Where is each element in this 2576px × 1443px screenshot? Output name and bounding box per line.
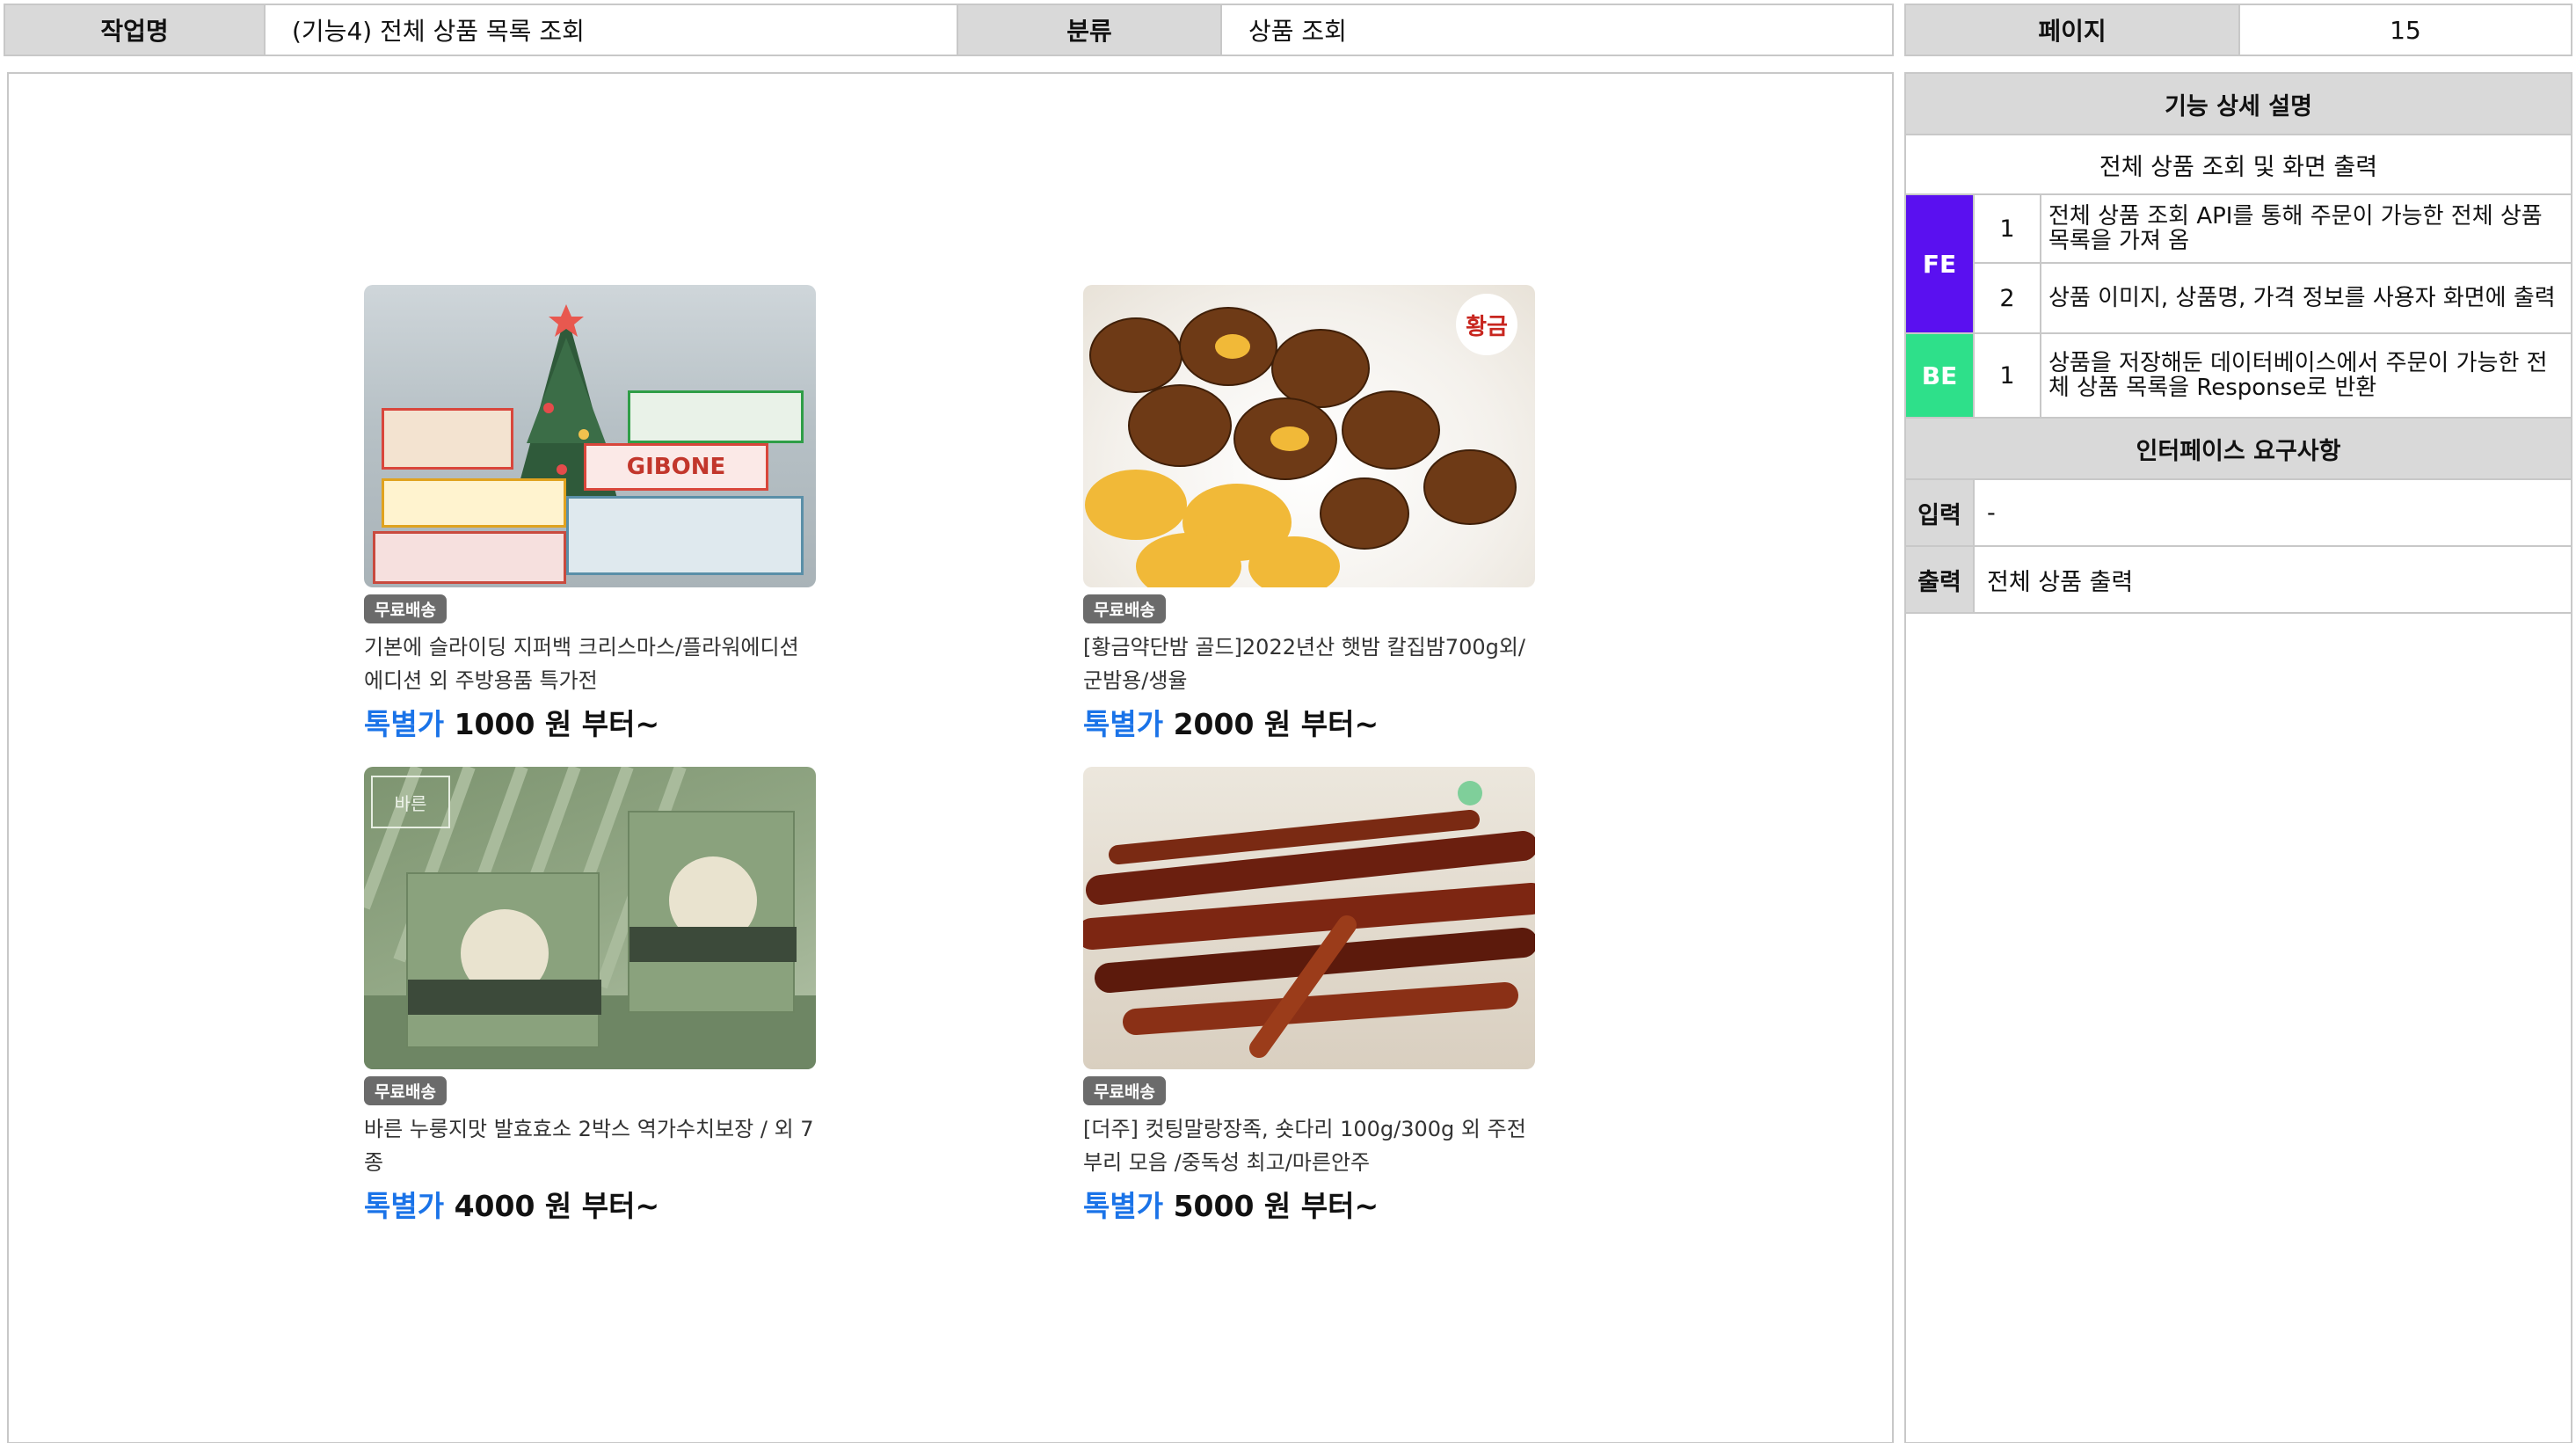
page-label: 페이지 (1906, 5, 2240, 55)
task-name-label: 작업명 (5, 5, 266, 55)
row-number: 1 (1975, 334, 2041, 417)
screen-mockup: GIBONE 무료배송 기본에 슬라이딩 지퍼백 크리스마스/플라워에디션 에디… (7, 72, 1894, 1443)
product-card[interactable]: 황금 무료배송 [황금약단밤 골드]2022년산 햇밤 칼집밤700g외/군밤용… (1083, 285, 1535, 743)
row-description: 상품 이미지, 상품명, 가격 정보를 사용자 화면에 출력 (2048, 285, 2556, 311)
product-card[interactable]: 바른 무료배송 바른 누룽지맛 발효효소 2박스 역가수치보장 / 외 7종 톡… (364, 767, 816, 1225)
category-value: 상품 조회 (1248, 17, 1347, 46)
price-amount: 1000 원 부터~ (454, 707, 660, 741)
product-image[interactable] (1083, 767, 1535, 1069)
spec-panel: 기능 상세 설명 전체 상품 조회 및 화면 출력 FE 1 전체 상품 조회 … (1904, 72, 2572, 1443)
page-header: 페이지 15 (1904, 4, 2572, 56)
be-row: 1 상품을 저장해둔 데이터베이스에서 주문이 가능한 전체 상품 목록을 Re… (1975, 334, 2571, 417)
row-number: 2 (1975, 264, 2041, 332)
detail-title: 기능 상세 설명 (1906, 74, 2571, 135)
free-shipping-badge: 무료배송 (364, 594, 447, 623)
dried-squid-icon (1083, 781, 1535, 1058)
free-shipping-badge: 무료배송 (364, 1076, 447, 1105)
output-value: 전체 상품 출력 (1987, 568, 2134, 596)
be-tag: BE (1906, 334, 1975, 417)
brand-logo: 황금 (1456, 294, 1517, 355)
fe-row: 2 상품 이미지, 상품명, 가격 정보를 사용자 화면에 출력 (1975, 264, 2571, 332)
detail-subtitle: 전체 상품 조회 및 화면 출력 (1906, 135, 2571, 195)
price-amount: 4000 원 부터~ (454, 1189, 660, 1223)
price-tag: 톡별가 (1083, 1189, 1164, 1223)
product-name[interactable]: [더주] 컷팅말랑장족, 숏다리 100g/300g 외 주전부리 모음 /중독… (1083, 1112, 1535, 1179)
row-number: 1 (1975, 195, 2041, 262)
fe-tag: FE (1906, 195, 1975, 332)
product-image[interactable]: 바른 (364, 767, 816, 1069)
page-number: 15 (2390, 15, 2421, 45)
be-group: BE 1 상품을 저장해둔 데이터베이스에서 주문이 가능한 전체 상품 목록을… (1906, 334, 2571, 419)
product-price: 톡별가 5000 원 부터~ (1083, 1183, 1535, 1225)
output-row: 출력 전체 상품 출력 (1906, 547, 2571, 614)
product-image-label: GIBONE (584, 443, 768, 491)
fe-group: FE 1 전체 상품 조회 API를 통해 주문이 가능한 전체 상품 목록을 … (1906, 195, 2571, 334)
product-price: 톡별가 1000 원 부터~ (364, 701, 816, 743)
price-tag: 톡별가 (1083, 707, 1164, 741)
task-name-value: (기능4) 전체 상품 목록 조회 (266, 5, 958, 55)
header-bar: 작업명 (기능4) 전체 상품 목록 조회 분류 상품 조회 (4, 4, 1894, 56)
price-tag: 톡별가 (364, 707, 445, 741)
product-card[interactable]: 무료배송 [더주] 컷팅말랑장족, 숏다리 100g/300g 외 주전부리 모… (1083, 767, 1535, 1225)
category-label: 분류 (958, 5, 1222, 55)
price-amount: 5000 원 부터~ (1173, 1189, 1379, 1223)
product-name[interactable]: 기본에 슬라이딩 지퍼백 크리스마스/플라워에디션 에디션 외 주방용품 특가전 (364, 630, 816, 697)
row-description: 상품을 저장해둔 데이터베이스에서 주문이 가능한 전체 상품 목록을 Resp… (2048, 350, 2548, 401)
price-amount: 2000 원 부터~ (1173, 707, 1379, 741)
product-image[interactable]: 황금 (1083, 285, 1535, 587)
output-label: 출력 (1906, 547, 1975, 612)
input-label: 입력 (1906, 480, 1975, 545)
input-value: - (1987, 499, 1996, 527)
input-row: 입력 - (1906, 480, 2571, 547)
product-image[interactable]: GIBONE (364, 285, 816, 587)
interface-title: 인터페이스 요구사항 (1906, 419, 2571, 480)
product-price: 톡별가 4000 원 부터~ (364, 1183, 816, 1225)
free-shipping-badge: 무료배송 (1083, 1076, 1166, 1105)
product-name[interactable]: 바른 누룽지맛 발효효소 2박스 역가수치보장 / 외 7종 (364, 1112, 816, 1179)
product-name[interactable]: [황금약단밤 골드]2022년산 햇밤 칼집밤700g외/군밤용/생율 (1083, 630, 1535, 697)
price-tag: 톡별가 (364, 1189, 445, 1223)
free-shipping-badge: 무료배송 (1083, 594, 1166, 623)
row-description: 전체 상품 조회 API를 통해 주문이 가능한 전체 상품 목록을 가져 옴 (2048, 203, 2543, 254)
product-card[interactable]: GIBONE 무료배송 기본에 슬라이딩 지퍼백 크리스마스/플라워에디션 에디… (364, 285, 816, 743)
brand-logo: 바른 (371, 776, 450, 828)
product-price: 톡별가 2000 원 부터~ (1083, 701, 1535, 743)
fe-row: 1 전체 상품 조회 API를 통해 주문이 가능한 전체 상품 목록을 가져 … (1975, 195, 2571, 264)
